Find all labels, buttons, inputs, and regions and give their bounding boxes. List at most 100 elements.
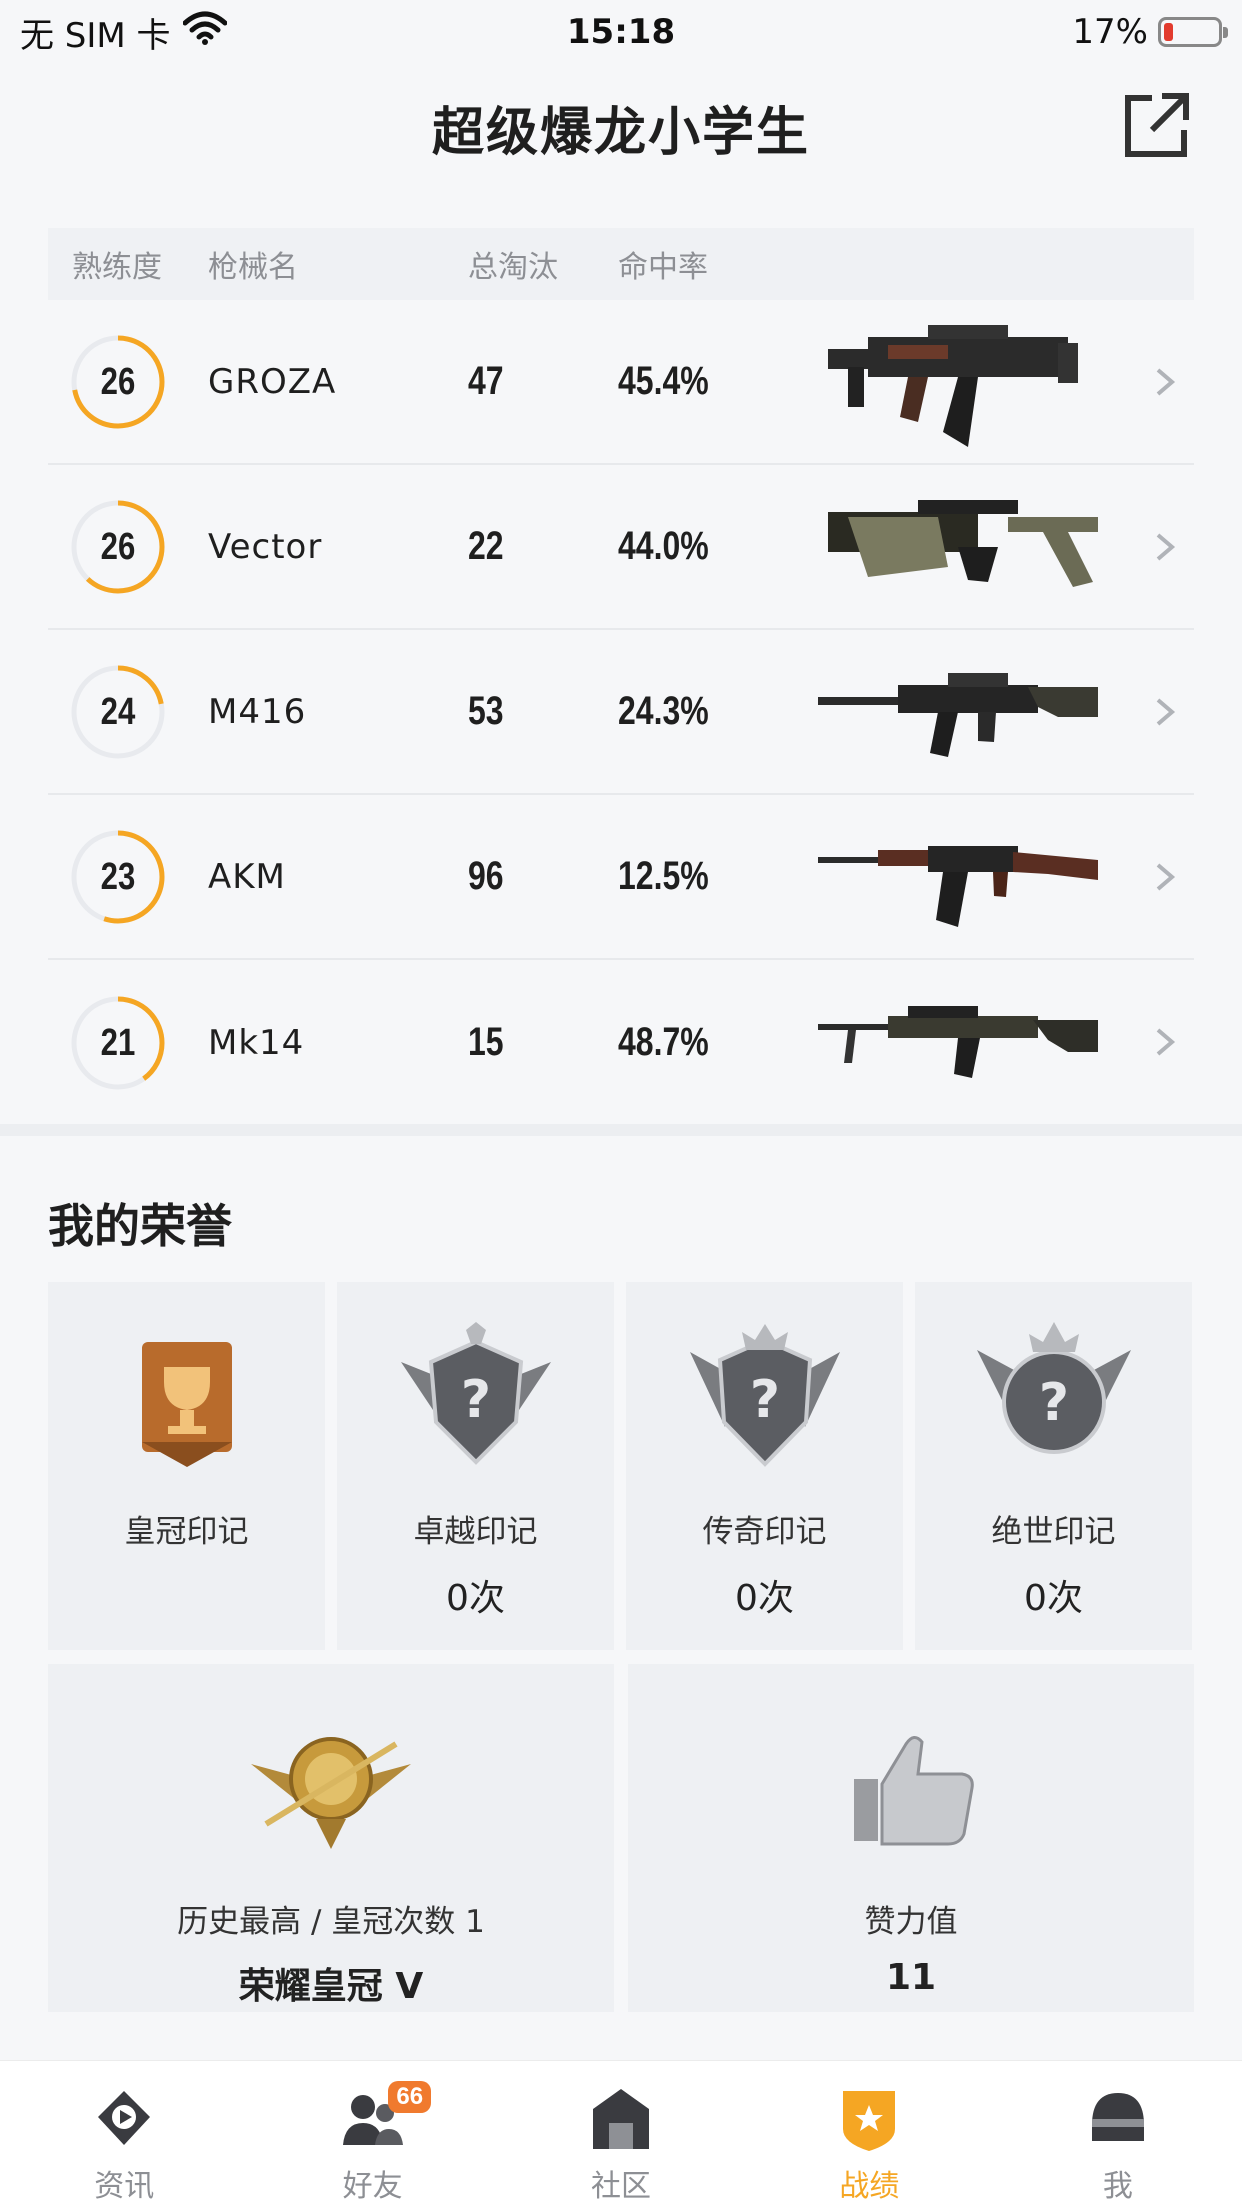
medal-name: 绝世印记 [991,1514,1116,1550]
weapon-accuracy: 24.3% [618,689,709,733]
medal-count: 0次 [735,1578,794,1619]
medal-count: 0次 [1024,1578,1083,1619]
helmet-tab-icon [1091,2093,1144,2141]
tab-label: 我 [1102,2169,1133,2204]
medal-name: 传奇印记 [702,1514,827,1550]
locked-medal-icon: ? [689,1324,840,1467]
mk14-gun-icon [788,968,1128,1118]
medal-card-legend[interactable]: ? 传奇印记 0次 [626,1282,903,1650]
record-tab-icon [843,2091,896,2151]
proficiency-ring: 26 [48,332,208,432]
highest-tier-card[interactable]: 历史最高 / 皇冠次数 1 荣耀皇冠 V [48,1664,614,2012]
highest-tier-label: 历史最高 / 皇冠次数 1 [177,1904,485,1940]
chevron-right-icon [1156,863,1176,891]
weapon-accuracy: 48.7% [618,1020,709,1064]
weapon-name: Vector [208,526,323,567]
proficiency-level: 26 [100,360,136,403]
wifi-icon [182,11,228,54]
ace-crown-badge-icon [251,1737,411,1849]
crown-trophy-icon [141,1342,232,1467]
weapon-name: AKM [208,856,286,897]
weapon-kills: 47 [468,359,504,403]
medal-name: 卓越印记 [413,1514,538,1550]
col-kills: 总淘汰 [468,250,558,285]
tab-bar: 资讯 66 好友 社区 战绩 我 [0,2060,1242,2208]
proficiency-ring: 24 [48,662,208,762]
medal-name: 皇冠印记 [124,1514,249,1550]
header: 超级爆龙小学生 [0,80,1242,170]
medal-card-unrivaled[interactable]: ? 绝世印记 0次 [915,1282,1192,1650]
weapon-kills: 15 [468,1020,504,1064]
table-row[interactable]: 26 GROZA 47 45.4% [48,300,1194,465]
m416-gun-icon [788,637,1128,787]
proficiency-ring: 21 [48,993,208,1093]
status-right: 17% [1072,12,1228,52]
locked-medal-icon: ? [400,1322,551,1465]
weapon-table: 熟练度 枪械名 总淘汰 命中率 26 GROZA 47 45.4% 26 Vec… [48,228,1194,1125]
weapon-kills: 22 [468,524,504,568]
likes-card[interactable]: 赞力值 11 [628,1664,1194,2012]
medal-grid: 皇冠印记 ? 卓越印记 0次 ? 传奇印记 0次 ? 绝世印记 0次 [48,1282,1194,1650]
akm-gun-icon [788,802,1128,952]
vector-gun-icon [788,472,1128,622]
medal-count: 0次 [446,1578,505,1619]
table-row[interactable]: 23 AKM 96 12.5% [48,795,1194,960]
tab-friends[interactable]: 66 好友 [248,2061,496,2208]
tab-label: 资讯 [94,2169,155,2204]
weapon-accuracy: 12.5% [618,854,709,898]
weapon-kills: 53 [468,689,504,733]
tab-news[interactable]: 资讯 [0,2061,248,2208]
tab-label: 社区 [591,2169,652,2204]
chevron-right-icon [1156,698,1176,726]
weapon-accuracy: 45.4% [618,359,709,403]
svg-text:?: ? [749,1370,779,1430]
tab-label: 战绩 [839,2169,900,2204]
proficiency-ring: 26 [48,497,208,597]
external-link-icon [1125,93,1189,157]
proficiency-level: 21 [100,1021,136,1064]
svg-text:?: ? [1038,1373,1068,1433]
chevron-right-icon [1156,368,1176,396]
tab-label: 好友 [342,2169,403,2204]
medal-card-crown[interactable]: 皇冠印记 [48,1282,325,1650]
table-header: 熟练度 枪械名 总淘汰 命中率 [48,228,1194,300]
table-row[interactable]: 26 Vector 22 44.0% [48,465,1194,630]
tab-record[interactable]: 战绩 [745,2061,993,2208]
news-tab-icon [98,2091,151,2145]
weapon-name: Mk14 [208,1022,305,1063]
groza-gun-icon [788,307,1128,457]
proficiency-level: 24 [100,690,136,733]
battery-icon [1158,17,1228,47]
thumbs-up-icon [854,1736,974,1846]
tab-me[interactable]: 我 [994,2061,1242,2208]
weapon-kills: 96 [468,854,504,898]
table-row[interactable]: 24 M416 53 24.3% [48,630,1194,795]
weapon-name: M416 [208,691,307,732]
proficiency-level: 26 [100,525,136,568]
locked-medal-icon: ? [976,1322,1131,1454]
col-proficiency: 熟练度 [72,250,162,285]
friends-badge: 66 [388,2081,432,2113]
tab-community[interactable]: 社区 [497,2061,745,2208]
section-divider [0,1124,1242,1136]
medal-card-excellent[interactable]: ? 卓越印记 0次 [337,1282,614,1650]
battery-percent: 17% [1072,12,1148,52]
col-accuracy: 命中率 [618,250,708,285]
weapon-name: GROZA [208,361,337,402]
community-tab-icon [593,2089,650,2149]
proficiency-ring: 23 [48,827,208,927]
table-row[interactable]: 21 Mk14 15 48.7% [48,960,1194,1125]
highest-tier-value: 荣耀皇冠 V [238,1966,424,2007]
honor-bottom-row: 历史最高 / 皇冠次数 1 荣耀皇冠 V 赞力值 11 [48,1664,1194,2012]
chevron-right-icon [1156,533,1176,561]
honor-section-title: 我的荣誉 [48,1199,232,1253]
likes-value: 11 [885,1957,937,1998]
col-weapon-name: 枪械名 [208,250,298,285]
svg-text:?: ? [460,1370,490,1430]
chevron-right-icon [1156,1028,1176,1056]
share-button[interactable] [1122,90,1192,160]
carrier-label: 无 SIM 卡 [20,15,171,56]
status-bar: 无 SIM 卡 15:18 17% [0,0,1242,64]
status-left: 无 SIM 卡 [20,8,228,57]
weapon-accuracy: 44.0% [618,524,709,568]
